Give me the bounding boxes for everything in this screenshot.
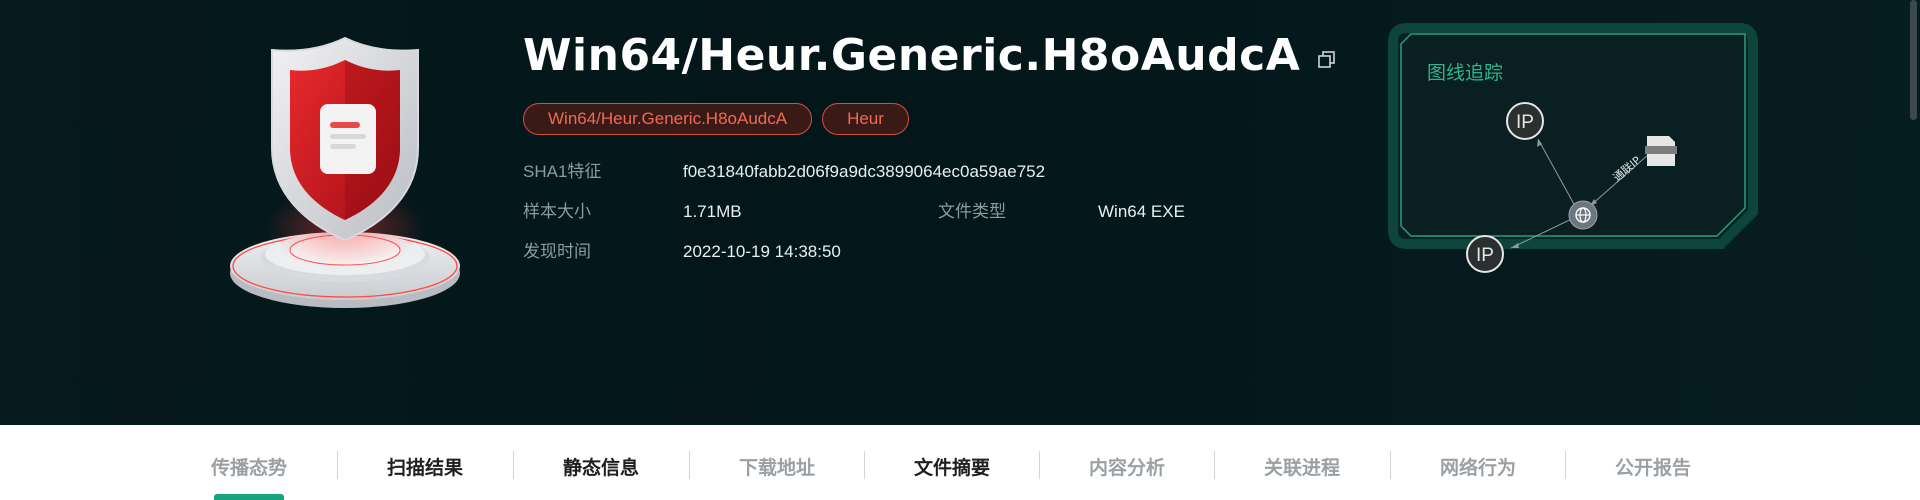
graph-trace-title: 图线追踪 [1427,63,1504,84]
active-tab-indicator [214,494,284,500]
tab-download-url[interactable]: 下载地址 [689,453,865,480]
tab-public-reports[interactable]: 公开报告 [1565,453,1741,480]
tab-network-behavior[interactable]: 网络行为 [1390,453,1566,480]
tab-content-analysis[interactable]: 内容分析 [1039,453,1215,480]
file-node-icon[interactable] [1645,136,1677,166]
shield-threat-icon [230,36,460,308]
tab-spread-trend[interactable]: 传播态势 [161,453,337,480]
detail-tabs: 传播态势 扫描结果 静态信息 下载地址 文件摘要 内容分析 关联进程 网络行为 … [0,425,1920,500]
size-value: 1.71MB [683,202,742,221]
sample-name-title: Win64/Heur.Generic.H8oAudcA [523,30,1301,81]
sha1-value: f0e31840fabb2d06f9a9dc3899064ec0a59ae752 [683,162,1046,181]
tag-type[interactable]: Heur [822,103,909,135]
tab-static-info[interactable]: 静态信息 [513,453,689,480]
graph-node-ip-1[interactable]: IP [1516,112,1534,133]
discovery-time-value: 2022-10-19 14:38:50 [683,242,841,261]
graph-node-ip-2[interactable]: IP [1476,245,1494,266]
size-label: 样本大小 [523,202,591,221]
copy-icon[interactable] [1316,49,1338,71]
discovery-time-label: 发现时间 [523,242,591,261]
file-type-label: 文件类型 [938,202,1006,221]
tab-file-summary[interactable]: 文件摘要 [864,453,1040,480]
file-type-value: Win64 EXE [1098,202,1185,221]
tag-list: Win64/Heur.Generic.H8oAudcA Heur [523,103,909,135]
tab-scan-results[interactable]: 扫描结果 [337,453,513,480]
scrollbar[interactable] [1910,0,1917,120]
sha1-label: SHA1特征 [523,162,602,181]
tab-related-process[interactable]: 关联进程 [1214,453,1390,480]
tag-family[interactable]: Win64/Heur.Generic.H8oAudcA [523,103,813,135]
sample-header: Win64/Heur.Generic.H8oAudcA Win64/Heur.G… [0,0,1920,425]
